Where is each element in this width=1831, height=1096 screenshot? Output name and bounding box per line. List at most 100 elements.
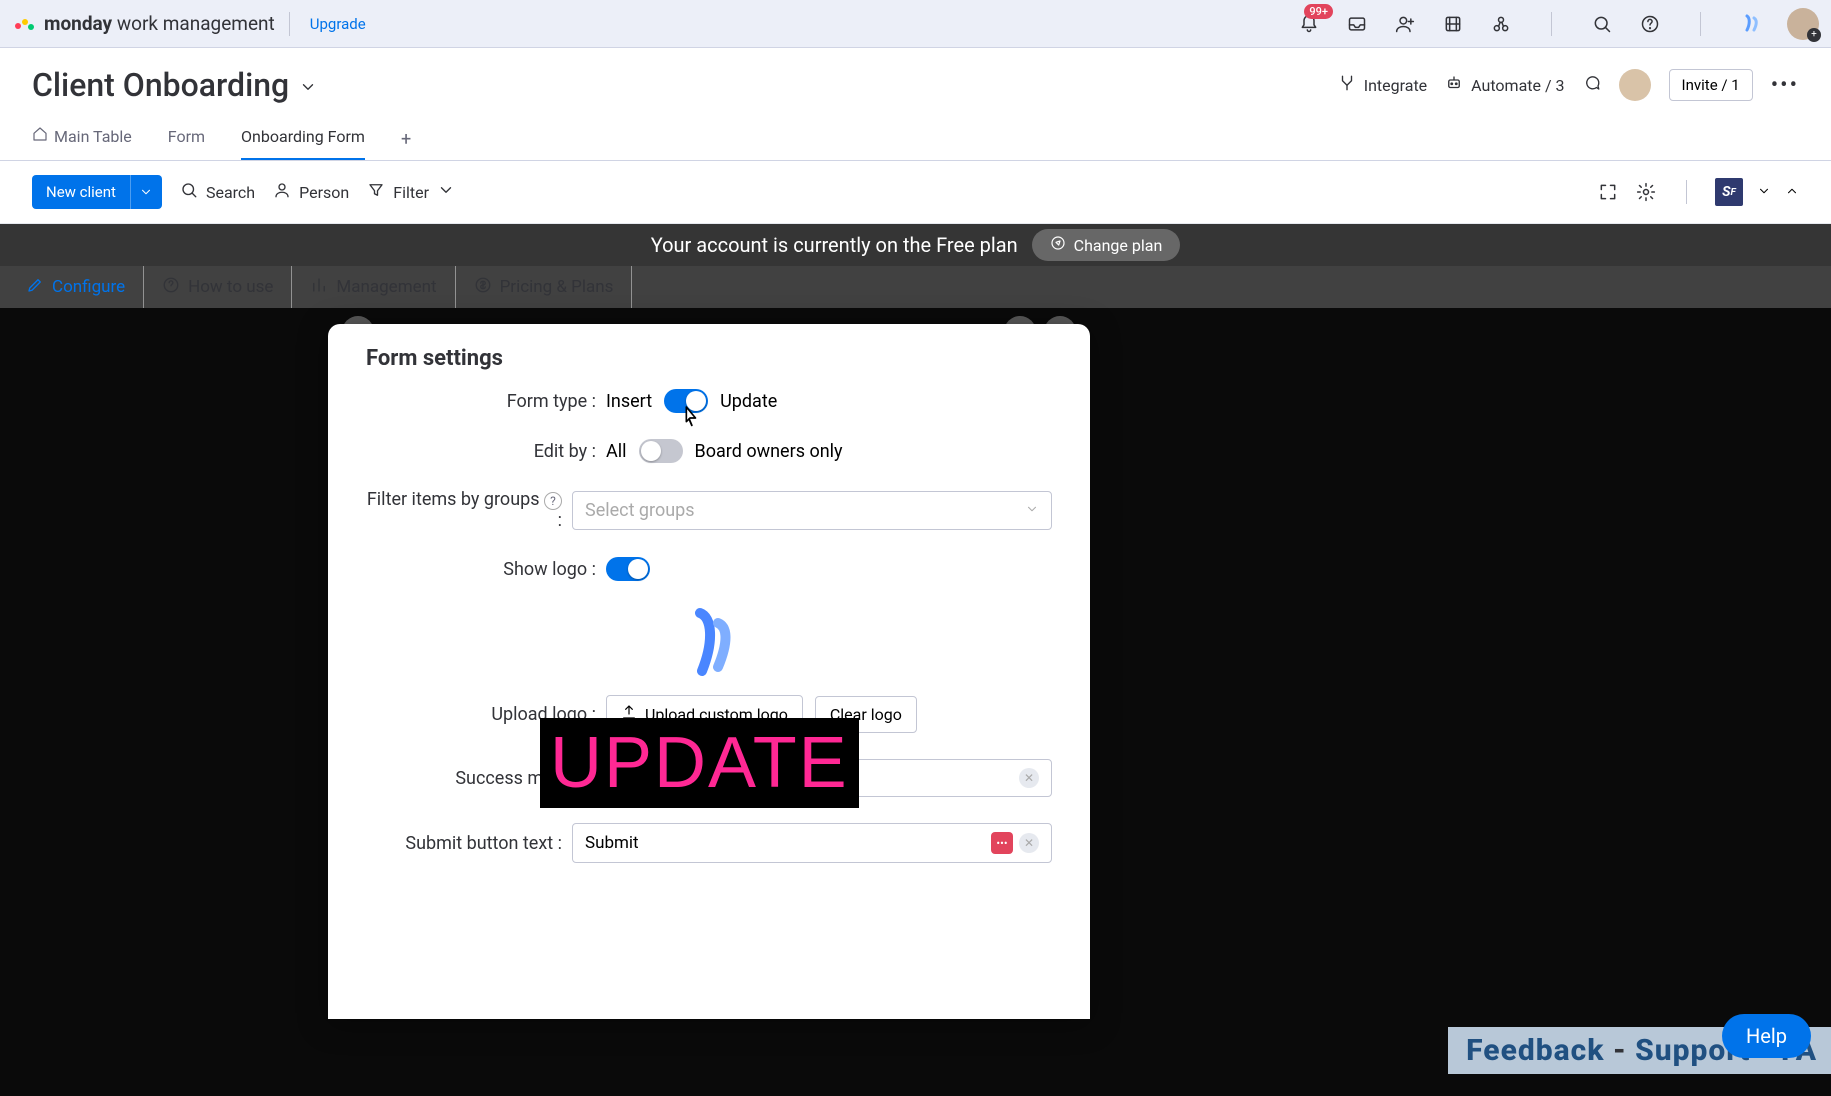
integrate-icon bbox=[1338, 74, 1356, 96]
chevron-down-icon[interactable] bbox=[1757, 183, 1771, 202]
subtab-label: Management bbox=[336, 277, 436, 297]
change-plan-button[interactable]: Change plan bbox=[1032, 229, 1181, 261]
show-logo-toggle[interactable] bbox=[606, 557, 650, 581]
subtab-label: Pricing & Plans bbox=[500, 277, 614, 297]
submit-text-label: Submit button text : bbox=[366, 833, 572, 854]
row-submit-text: Submit button text : ••• ✕ bbox=[366, 823, 1052, 863]
view-canvas: Your account is currently on the Free pl… bbox=[0, 224, 1831, 1096]
invite-members-icon[interactable] bbox=[1393, 12, 1417, 36]
chevron-down-icon bbox=[299, 66, 317, 104]
edit-by-toggle[interactable] bbox=[639, 439, 683, 463]
apps-icon[interactable] bbox=[1441, 12, 1465, 36]
notifications-icon[interactable]: 99+ bbox=[1297, 12, 1321, 36]
automate-button[interactable]: Automate / 3 bbox=[1445, 74, 1564, 96]
robot-icon bbox=[1445, 74, 1463, 96]
edit-by-owners-label: Board owners only bbox=[695, 441, 843, 462]
tab-label: Form bbox=[168, 127, 205, 146]
search-everything-icon[interactable] bbox=[1590, 12, 1614, 36]
person-filter-tool[interactable]: Person bbox=[273, 181, 349, 203]
automate-label: Automate / 3 bbox=[1471, 76, 1564, 95]
subtab-label: How to use bbox=[188, 277, 273, 297]
annotation-overlay: UPDATE bbox=[540, 718, 859, 808]
new-client-button[interactable]: New client bbox=[32, 175, 130, 209]
product-name: monday work management bbox=[44, 12, 275, 35]
inbox-icon[interactable] bbox=[1345, 12, 1369, 36]
dollar-icon bbox=[474, 276, 492, 299]
row-show-logo: Show logo : bbox=[366, 557, 1052, 581]
person-label: Person bbox=[299, 183, 349, 202]
subtab-how-to-use[interactable]: How to use bbox=[144, 266, 292, 308]
fullscreen-icon[interactable] bbox=[1596, 180, 1620, 204]
form-type-toggle[interactable] bbox=[664, 389, 708, 413]
board-owner-avatar[interactable] bbox=[1619, 69, 1651, 101]
tab-label: Main Table bbox=[54, 127, 132, 146]
person-icon bbox=[273, 181, 291, 203]
help-floating-button[interactable]: Help bbox=[1722, 1014, 1811, 1058]
form-type-insert-label: Insert bbox=[606, 391, 652, 412]
row-form-type: Form type : Insert Update bbox=[366, 389, 1052, 413]
clear-input-icon[interactable]: ✕ bbox=[1019, 768, 1039, 788]
submit-text-field[interactable] bbox=[585, 833, 991, 853]
top-bar: monday work management Upgrade 99+ + bbox=[0, 0, 1831, 48]
divider bbox=[1551, 12, 1552, 36]
submit-text-input[interactable]: ••• ✕ bbox=[572, 823, 1052, 863]
annotation-text: UPDATE bbox=[550, 723, 849, 803]
clear-input-icon[interactable]: ✕ bbox=[1019, 833, 1039, 853]
filter-tool[interactable]: Filter bbox=[367, 181, 455, 203]
app-badge-sf[interactable]: SF bbox=[1715, 178, 1743, 206]
board-header: Client Onboarding Integrate Automate / 3… bbox=[0, 48, 1831, 161]
divider bbox=[289, 12, 290, 36]
profile-avatar[interactable]: + bbox=[1787, 8, 1819, 40]
filter-icon bbox=[367, 181, 385, 203]
form-type-label: Form type : bbox=[366, 391, 606, 412]
home-icon bbox=[32, 126, 48, 146]
compass-icon bbox=[1050, 235, 1066, 255]
chevron-down-icon bbox=[437, 181, 455, 203]
feedback-link[interactable]: Feedback bbox=[1466, 1033, 1604, 1068]
notifications-badge: 99+ bbox=[1304, 4, 1333, 19]
show-logo-label: Show logo : bbox=[366, 559, 606, 580]
upgrade-link[interactable]: Upgrade bbox=[304, 15, 366, 33]
plan-banner: Your account is currently on the Free pl… bbox=[0, 224, 1831, 266]
filter-groups-select[interactable]: Select groups bbox=[572, 491, 1052, 530]
invite-button[interactable]: Invite / 1 bbox=[1669, 69, 1753, 101]
subtab-pricing[interactable]: Pricing & Plans bbox=[456, 266, 633, 308]
tab-form[interactable]: Form bbox=[168, 119, 205, 160]
board-discussion-button[interactable] bbox=[1583, 74, 1601, 96]
new-client-dropdown[interactable] bbox=[130, 175, 162, 209]
board-options-button[interactable]: ••• bbox=[1771, 73, 1799, 98]
help-icon[interactable] bbox=[1638, 12, 1662, 36]
integrate-label: Integrate bbox=[1364, 76, 1427, 95]
logo-preview-icon bbox=[682, 607, 736, 677]
filter-groups-label: Filter items by groups ? : bbox=[366, 489, 572, 531]
form-settings-title: Form settings bbox=[366, 346, 1052, 371]
form-type-update-label: Update bbox=[720, 391, 777, 412]
board-title[interactable]: Client Onboarding bbox=[32, 66, 317, 104]
new-item-split-button[interactable]: New client bbox=[32, 175, 162, 209]
app-mini-logo-icon bbox=[1739, 12, 1763, 36]
workspaces-icon[interactable] bbox=[1489, 12, 1513, 36]
subtab-label: Configure bbox=[52, 277, 125, 297]
topbar-icon-group: 99+ + bbox=[1297, 8, 1819, 40]
help-tooltip-icon[interactable]: ? bbox=[544, 492, 562, 510]
chevron-down-icon bbox=[1025, 500, 1039, 521]
chevron-up-icon[interactable] bbox=[1785, 183, 1799, 202]
form-view-subtabs: Configure How to use Management Pricing … bbox=[0, 266, 1831, 308]
tab-main-table[interactable]: Main Table bbox=[32, 118, 132, 160]
plan-banner-text: Your account is currently on the Free pl… bbox=[651, 233, 1018, 257]
search-tool[interactable]: Search bbox=[180, 181, 255, 203]
settings-gear-icon[interactable] bbox=[1634, 180, 1658, 204]
divider bbox=[1700, 12, 1701, 36]
add-view-button[interactable]: + bbox=[401, 129, 411, 150]
subtab-configure[interactable]: Configure bbox=[8, 266, 144, 308]
integrate-button[interactable]: Integrate bbox=[1338, 74, 1427, 96]
question-icon bbox=[162, 276, 180, 299]
search-icon bbox=[180, 181, 198, 203]
edit-by-all-label: All bbox=[606, 441, 627, 462]
placeholder-token-icon[interactable]: ••• bbox=[991, 832, 1013, 854]
bars-icon bbox=[310, 276, 328, 299]
subtab-management[interactable]: Management bbox=[292, 266, 455, 308]
select-placeholder: Select groups bbox=[585, 500, 695, 521]
plus-icon: + bbox=[1807, 28, 1821, 42]
tab-onboarding-form[interactable]: Onboarding Form bbox=[241, 119, 365, 160]
